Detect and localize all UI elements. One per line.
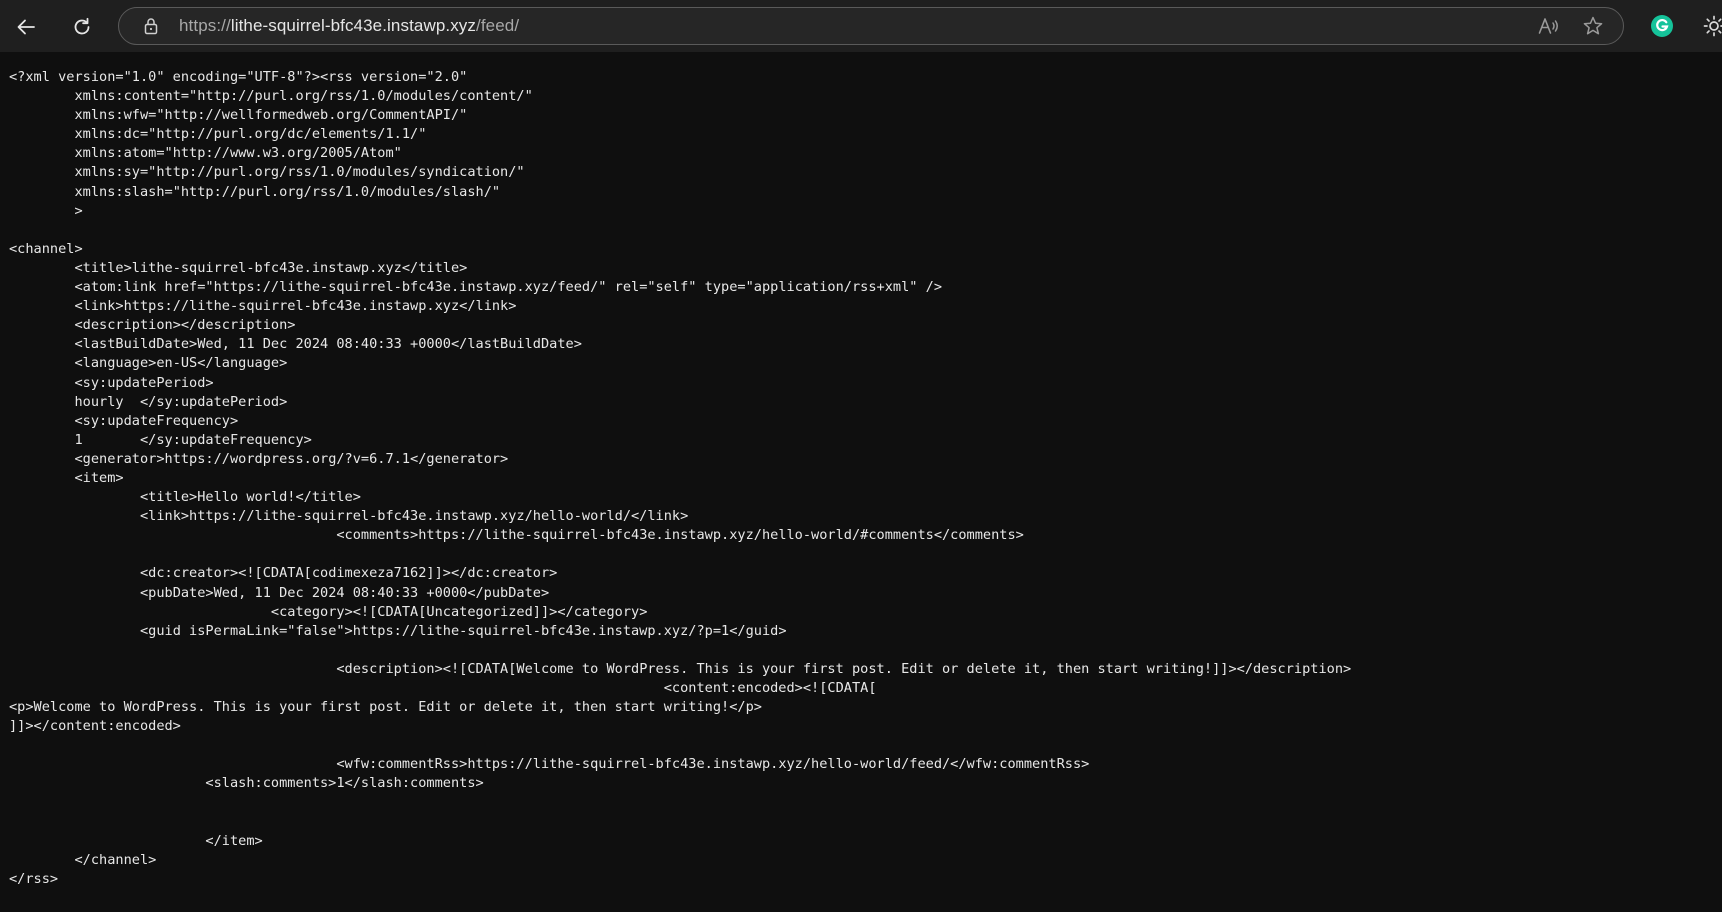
feed-line: ]]></content:encoded>	[9, 718, 181, 735]
feed-line: <sy:updateFrequency>	[9, 412, 239, 429]
feed-line: <pubDate>Wed, 11 Dec 2024 08:40:33 +0000…	[9, 584, 550, 601]
feed-line: </channel>	[9, 851, 157, 868]
feed-line: <generator>https://wordpress.org/?v=6.7.…	[9, 450, 509, 467]
feed-line: <slash:comments>1</slash:comments>	[9, 775, 484, 792]
back-button[interactable]	[8, 9, 44, 45]
feed-line: </rss>	[9, 870, 59, 887]
feed-line: xmlns:wfw="http://wellformedweb.org/Comm…	[9, 107, 468, 124]
grammarly-icon[interactable]	[1650, 14, 1674, 38]
star-icon	[1583, 16, 1603, 35]
favorite-button[interactable]	[1579, 14, 1607, 38]
feed-line: hourly </sy:updatePeriod>	[9, 393, 288, 410]
feed-line: <content:encoded><![CDATA[	[9, 680, 877, 696]
rss-feed-source: <?xml version="1.0" encoding="UTF-8"?><r…	[0, 52, 1722, 889]
page-content: <?xml version="1.0" encoding="UTF-8"?><r…	[0, 52, 1722, 912]
feed-line: xmlns:content="http://purl.org/rss/1.0/m…	[9, 88, 533, 105]
feed-line: <p>Welcome to WordPress. This is your fi…	[9, 699, 762, 716]
back-arrow-icon	[17, 19, 35, 35]
feed-line: >	[9, 202, 83, 219]
feed-line: <description></description>	[9, 317, 296, 334]
feed-line: <link>https://lithe-squirrel-bfc43e.inst…	[9, 298, 517, 315]
lock-icon[interactable]	[141, 16, 161, 36]
feed-line: <comments>https://lithe-squirrel-bfc43e.…	[9, 527, 1024, 544]
url-scheme: https://	[179, 16, 231, 35]
feed-line: <wfw:commentRss>https://lithe-squirrel-b…	[9, 756, 1090, 773]
gear-icon[interactable]	[1702, 14, 1722, 38]
feed-line: xmlns:atom="http://www.w3.org/2005/Atom"	[9, 145, 402, 162]
feed-line: <atom:link href="https://lithe-squirrel-…	[9, 279, 943, 296]
feed-line: <guid isPermaLink="false">https://lithe-…	[9, 622, 787, 639]
feed-line: xmlns:dc="http://purl.org/dc/elements/1.…	[9, 126, 427, 143]
feed-line: <sy:updatePeriod>	[9, 374, 214, 391]
feed-line: <language>en-US</language>	[9, 355, 288, 372]
feed-line: </item>	[9, 832, 263, 849]
feed-line: <channel>	[9, 240, 83, 257]
feed-line: <?xml version="1.0" encoding="UTF-8"?><r…	[9, 69, 468, 85]
feed-line: <title>lithe-squirrel-bfc43e.instawp.xyz…	[9, 259, 468, 276]
feed-line: <description><![CDATA[Welcome to WordPre…	[9, 660, 1352, 677]
read-aloud-icon	[1538, 18, 1558, 34]
address-bar[interactable]: https://lithe-squirrel-bfc43e.instawp.xy…	[118, 7, 1624, 45]
reload-icon	[74, 17, 90, 35]
url-host: lithe-squirrel-bfc43e.instawp.xyz	[230, 16, 477, 35]
feed-line: 1 </sy:updateFrequency>	[9, 431, 312, 448]
feed-line: <category><![CDATA[Uncategorized]]></cat…	[9, 603, 648, 620]
feed-line: <lastBuildDate>Wed, 11 Dec 2024 08:40:33…	[9, 336, 582, 353]
url-text[interactable]: https://lithe-squirrel-bfc43e.instawp.xy…	[179, 16, 519, 36]
reload-button[interactable]	[64, 9, 100, 45]
feed-line: <item>	[9, 469, 124, 486]
feed-line: <link>https://lithe-squirrel-bfc43e.inst…	[9, 508, 689, 525]
feed-line: xmlns:slash="http://purl.org/rss/1.0/mod…	[9, 183, 501, 200]
feed-line: <title>Hello world!</title>	[9, 489, 361, 506]
url-path: /feed/	[476, 16, 520, 35]
read-aloud-button[interactable]	[1535, 14, 1563, 38]
feed-line: xmlns:sy="http://purl.org/rss/1.0/module…	[9, 164, 525, 181]
browser-toolbar: https://lithe-squirrel-bfc43e.instawp.xy…	[0, 0, 1722, 52]
feed-line: <dc:creator><![CDATA[codimexeza7162]]></…	[9, 565, 558, 582]
